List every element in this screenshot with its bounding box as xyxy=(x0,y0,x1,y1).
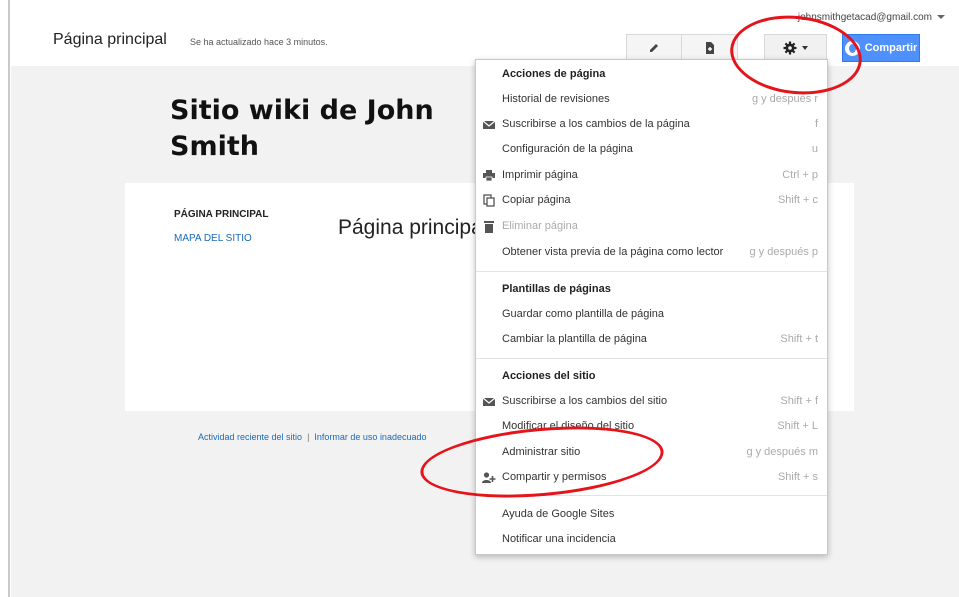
menu-item-delete-page: Eliminar página xyxy=(476,215,827,239)
menu-item-label: Configuración de la página xyxy=(502,143,633,155)
menu-item-copy-page[interactable]: Copiar página Shift + c xyxy=(476,189,827,213)
content-heading: Página principal xyxy=(338,216,488,239)
menu-item-report-issue[interactable]: Notificar una incidencia xyxy=(476,528,827,552)
menu-item-label: Copiar página xyxy=(502,194,571,206)
menu-item-google-sites-help[interactable]: Ayuda de Google Sites xyxy=(476,503,827,527)
trash-icon xyxy=(484,221,494,233)
footer-separator: | xyxy=(307,432,310,442)
menu-item-change-template[interactable]: Cambiar la plantilla de página Shift + t xyxy=(476,328,827,352)
pencil-icon xyxy=(650,44,658,52)
left-border xyxy=(8,0,10,597)
menu-item-label: Suscribirse a los cambios del sitio xyxy=(502,395,668,407)
menu-item-shortcut: Shift + L xyxy=(777,420,818,432)
menu-item-label: Imprimir página xyxy=(502,169,578,181)
mail-icon xyxy=(482,120,496,129)
menu-item-shortcut: g y después r xyxy=(751,93,818,105)
menu-item-reader-preview[interactable]: Obtener vista previa de la página como l… xyxy=(476,241,827,265)
menu-item-save-as-template[interactable]: Guardar como plantilla de página xyxy=(476,303,827,327)
sidebar-item-home[interactable]: PÁGINA PRINCIPAL xyxy=(174,209,268,220)
menu-item-shortcut: Shift + f xyxy=(780,395,818,407)
footer-link-recent-activity[interactable]: Actividad reciente del sitio xyxy=(198,432,302,442)
sidebar-item-sitemap[interactable]: MAPA DEL SITIO xyxy=(174,233,252,244)
new-page-icon xyxy=(705,42,714,54)
copy-icon xyxy=(483,194,495,207)
menu-item-label: Guardar como plantilla de página xyxy=(502,308,665,320)
menu-divider xyxy=(476,271,827,272)
menu-item-print-page[interactable]: Imprimir página Ctrl + p xyxy=(476,164,827,188)
menu-item-revision-history[interactable]: Historial de revisiones g y después r xyxy=(476,88,827,112)
site-title: Sitio wiki de John Smith xyxy=(170,95,434,162)
menu-item-shortcut: g y después m xyxy=(746,446,818,458)
menu-item-label: Cambiar la plantilla de página xyxy=(502,333,647,345)
menu-item-page-settings[interactable]: Configuración de la página u xyxy=(476,138,827,162)
menu-item-label: Ayuda de Google Sites xyxy=(502,508,615,520)
menu-item-shortcut: Ctrl + p xyxy=(782,169,818,181)
mail-icon xyxy=(482,397,496,406)
share-label: Compartir xyxy=(864,42,918,54)
menu-item-shortcut: Shift + s xyxy=(777,471,818,483)
menu-item-subscribe-page[interactable]: Suscribirse a los cambios de la página f xyxy=(476,113,827,137)
menu-section-site-actions: Acciones del sitio xyxy=(502,370,596,382)
menu-item-label: Historial de revisiones xyxy=(502,93,610,105)
menu-item-shortcut: g y después p xyxy=(749,246,819,258)
menu-section-page-templates: Plantillas de páginas xyxy=(502,283,611,295)
menu-item-shortcut: f xyxy=(814,118,818,130)
menu-item-label: Suscribirse a los cambios de la página xyxy=(502,118,690,130)
menu-divider xyxy=(476,358,827,359)
menu-section-page-actions: Acciones de página xyxy=(502,68,606,80)
menu-item-label: Eliminar página xyxy=(502,220,578,232)
last-updated-text: Se ha actualizado hace 3 minutos. xyxy=(190,37,328,47)
print-icon xyxy=(483,170,495,182)
chevron-down-icon xyxy=(937,15,945,20)
page-title: Página principal xyxy=(53,31,167,48)
menu-item-subscribe-site[interactable]: Suscribirse a los cambios del sitio Shif… xyxy=(476,390,827,414)
edit-page-button[interactable] xyxy=(626,34,682,62)
menu-item-shortcut: Shift + t xyxy=(780,333,818,345)
footer-links: Actividad reciente del sitio | Informar de… xyxy=(198,432,426,442)
menu-item-label: Notificar una incidencia xyxy=(502,533,616,545)
menu-item-label: Obtener vista previa de la página como l… xyxy=(502,246,724,258)
menu-item-shortcut: u xyxy=(811,143,818,155)
footer-link-report-abuse[interactable]: Informar de uso inadecuado xyxy=(314,432,426,442)
menu-item-shortcut: Shift + c xyxy=(777,194,818,206)
